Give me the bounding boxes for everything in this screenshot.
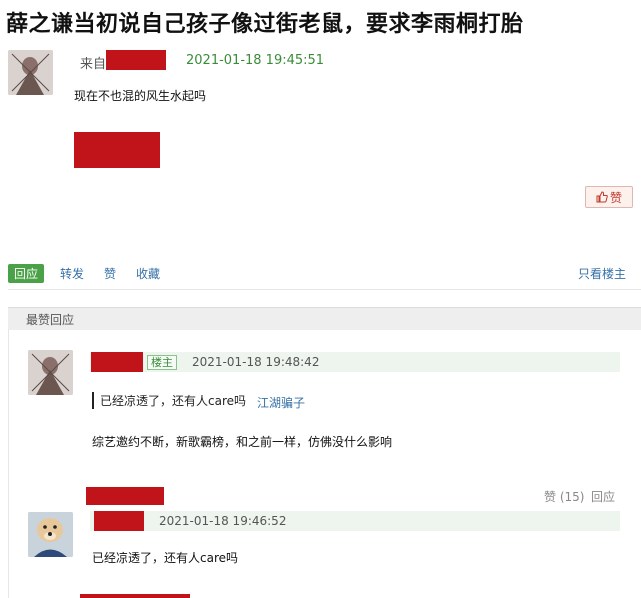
redacted-next-item xyxy=(80,594,190,598)
redacted-commenter-name[interactable] xyxy=(91,352,143,372)
comment-content: 综艺邀约不断，新歌霸榜，和之前一样，仿佛没什么影响 xyxy=(92,435,393,449)
thumbs-up-icon xyxy=(596,191,608,203)
redacted-image xyxy=(74,132,160,168)
comment-like-count[interactable]: 赞 (15) xyxy=(544,488,584,505)
op-badge: 楼主 xyxy=(147,355,177,370)
redacted-commenter-name[interactable] xyxy=(94,511,144,531)
comment-avatar[interactable] xyxy=(28,350,73,395)
comment-reply-link[interactable]: 回应 xyxy=(591,488,615,505)
divider xyxy=(8,289,641,290)
like-button[interactable]: 赞 xyxy=(585,186,633,208)
post-title: 薛之谦当初说自己孩子像过街老鼠，要求李雨桐打胎 xyxy=(6,12,524,37)
forward-link[interactable]: 转发 xyxy=(60,265,84,282)
author-avatar[interactable] xyxy=(8,50,53,95)
comment-timestamp: 2021-01-18 19:46:52 xyxy=(159,514,287,528)
reply-button[interactable]: 回应 xyxy=(8,264,45,283)
top-replies-header: 最赞回应 xyxy=(8,307,641,330)
like-button-label: 赞 xyxy=(609,190,622,205)
avatar-image xyxy=(28,350,73,395)
comment-content: 已经凉透了，还有人care吗 xyxy=(92,551,239,565)
quoted-author-link[interactable]: 江湖骗子 xyxy=(257,394,305,411)
from-label: 来自 xyxy=(80,57,107,72)
quoted-reply: 已经凉透了，还有人care吗 xyxy=(92,392,246,409)
post-content: 现在不也混的风生水起吗 xyxy=(74,89,207,103)
dog-avatar-image xyxy=(28,512,73,557)
redacted-author-name[interactable] xyxy=(106,50,166,70)
quoted-text: 已经凉透了，还有人care吗 xyxy=(100,394,247,408)
avatar-image xyxy=(8,50,53,95)
comment-avatar[interactable] xyxy=(28,512,73,557)
top-replies-title: 最赞回应 xyxy=(26,313,75,327)
redacted-reply-header xyxy=(86,487,164,505)
only-op-link[interactable]: 只看楼主 xyxy=(578,265,626,282)
collect-link[interactable]: 收藏 xyxy=(136,265,160,282)
comment-timestamp: 2021-01-18 19:48:42 xyxy=(192,355,320,369)
post-timestamp: 2021-01-18 19:45:51 xyxy=(186,53,325,68)
like-link[interactable]: 赞 xyxy=(104,265,116,282)
